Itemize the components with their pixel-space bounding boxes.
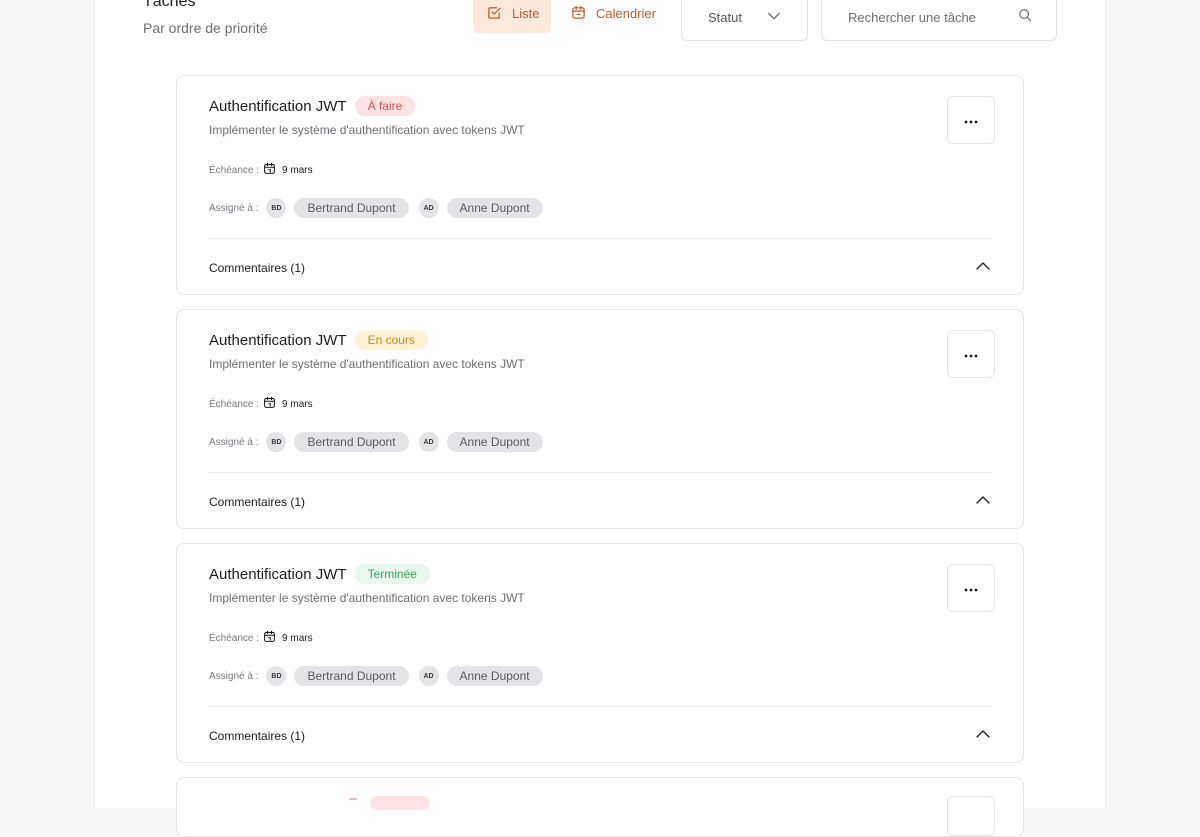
due-label: Échéance : <box>209 164 260 176</box>
search-box <box>821 0 1057 41</box>
more-options-button[interactable] <box>947 564 995 612</box>
search-icon[interactable] <box>1018 8 1032 27</box>
status-filter-label: Statut <box>708 10 742 25</box>
due-date-row: Échéance : 9 mars <box>209 630 313 646</box>
comments-label: Commentaires (1) <box>209 729 306 743</box>
chevron-up-icon <box>975 726 991 747</box>
more-horizontal-icon <box>963 111 979 129</box>
chevron-up-icon <box>975 258 991 279</box>
search-input[interactable] <box>848 10 1008 25</box>
page-title: Tâches <box>143 0 196 10</box>
comments-toggle[interactable]: Commentaires (1) <box>209 248 991 288</box>
task-card: Authentification JWT En cours Implémente… <box>176 309 1024 529</box>
assignee-chip[interactable]: Anne Dupont <box>446 666 543 686</box>
task-card: Authentification JWT Terminée Implémente… <box>176 543 1024 763</box>
avatar: AD <box>418 666 439 686</box>
list-view-label: Liste <box>512 6 540 21</box>
divider <box>209 238 991 239</box>
calendar-view-label: Calendrier <box>596 6 656 21</box>
more-horizontal-icon <box>963 345 979 363</box>
task-description: Implémenter le système d'authentificatio… <box>209 591 525 605</box>
assigned-label: Assigné à : <box>209 436 259 448</box>
assignee-chip[interactable]: Bertrand Dupont <box>294 198 409 218</box>
assignees-row: Assigné à : BD Bertrand Dupont AD Anne D… <box>209 432 545 452</box>
status-badge: À faire <box>354 96 416 116</box>
due-date-row: Échéance : 9 mars <box>209 396 313 412</box>
task-title-row: Authentification JWT Terminée <box>209 564 430 584</box>
calendar-icon <box>571 5 586 23</box>
status-filter-select[interactable]: Statut <box>681 0 808 41</box>
status-badge <box>370 796 430 810</box>
calendar-icon <box>263 162 276 178</box>
task-title: Authentification JWT <box>209 97 347 115</box>
assignee-chip[interactable]: Bertrand Dupont <box>294 432 409 452</box>
divider <box>209 472 991 473</box>
calendar-view-button[interactable]: Calendrier <box>557 0 667 33</box>
due-date: 9 mars <box>282 632 313 644</box>
more-horizontal-icon <box>963 579 979 597</box>
assignee-chip[interactable]: Anne Dupont <box>446 432 543 452</box>
task-title: Authentification JWT <box>209 565 347 583</box>
task-description: Implémenter le système d'authentificatio… <box>209 123 525 137</box>
assigned-label: Assigné à : <box>209 670 259 682</box>
more-options-button[interactable] <box>947 96 995 144</box>
comments-toggle[interactable]: Commentaires (1) <box>209 716 991 756</box>
calendar-icon <box>263 630 276 646</box>
due-label: Échéance : <box>209 632 260 644</box>
assignee-chip[interactable]: Bertrand Dupont <box>294 666 409 686</box>
divider <box>209 706 991 707</box>
status-badge: Terminée <box>354 564 430 584</box>
avatar: AD <box>418 432 439 452</box>
due-date-row: Échéance : 9 mars <box>209 162 313 178</box>
calendar-icon <box>263 396 276 412</box>
avatar: BD <box>266 198 287 218</box>
status-badge: En cours <box>354 330 428 350</box>
task-description: Implémenter le système d'authentificatio… <box>209 357 525 371</box>
task-card: Authentification JWT À faire Implémenter… <box>176 75 1024 295</box>
checkbox-list-icon <box>487 5 502 23</box>
assignees-row: Assigné à : BD Bertrand Dupont AD Anne D… <box>209 666 545 686</box>
assignees-row: Assigné à : BD Bertrand Dupont AD Anne D… <box>209 198 545 218</box>
chevron-up-icon <box>975 492 991 513</box>
due-date: 9 mars <box>282 398 313 410</box>
assigned-label: Assigné à : <box>209 202 259 214</box>
avatar: BD <box>266 432 287 452</box>
task-title-row: Authentification JWT À faire <box>209 96 416 116</box>
comments-label: Commentaires (1) <box>209 495 306 509</box>
due-label: Échéance : <box>209 398 260 410</box>
task-card-partial <box>176 777 1024 837</box>
more-options-button[interactable] <box>947 330 995 378</box>
page-subtitle: Par ordre de priorité <box>143 20 268 36</box>
list-view-button[interactable]: Liste <box>473 0 551 33</box>
avatar: AD <box>418 198 439 218</box>
due-date: 9 mars <box>282 164 313 176</box>
chevron-down-icon <box>767 9 781 26</box>
more-options-button[interactable] <box>947 796 995 836</box>
comments-label: Commentaires (1) <box>209 261 306 275</box>
task-title-row: Authentification JWT En cours <box>209 330 428 350</box>
avatar: BD <box>266 666 287 686</box>
task-title: Authentification JWT <box>209 331 347 349</box>
comments-toggle[interactable]: Commentaires (1) <box>209 482 991 522</box>
assignee-chip[interactable]: Anne Dupont <box>446 198 543 218</box>
